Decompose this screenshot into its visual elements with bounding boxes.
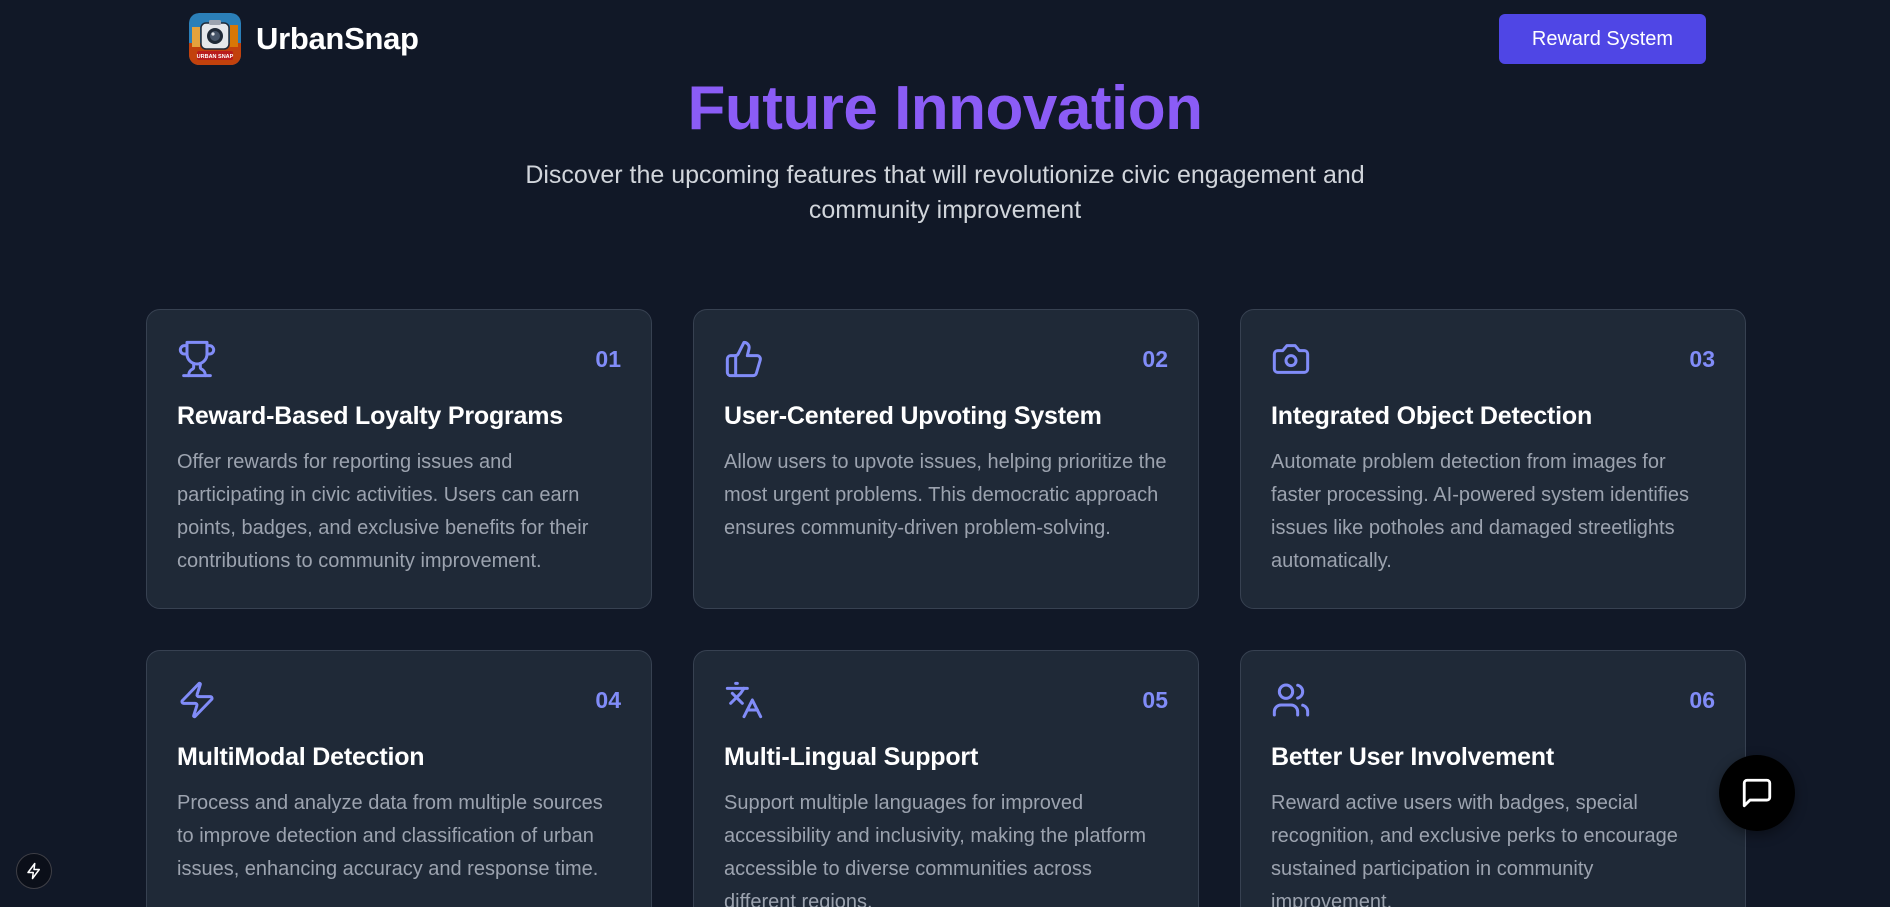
feature-card-05: 05 Multi-Lingual Support Support multipl…	[693, 650, 1199, 907]
trophy-icon	[177, 339, 217, 379]
brand-name: UrbanSnap	[256, 21, 419, 56]
feature-number: 05	[1142, 686, 1168, 713]
reward-system-button[interactable]: Reward System	[1499, 14, 1706, 64]
feature-number: 02	[1142, 345, 1168, 372]
logo-text: URBAN SNAP	[197, 54, 234, 60]
feature-description: Reward active users with badges, special…	[1271, 792, 1678, 907]
feature-number: 03	[1689, 345, 1715, 372]
features-grid: 01 Reward-Based Loyalty Programs Offer r…	[146, 309, 1746, 907]
feature-number: 06	[1689, 686, 1715, 713]
lightning-icon	[177, 680, 217, 720]
feature-title: Reward-Based Loyalty Programs	[177, 402, 563, 430]
feature-description: Automate problem detection from images f…	[1271, 451, 1689, 572]
brand-link[interactable]: URBAN SNAP UrbanSnap	[189, 13, 419, 65]
chat-button[interactable]	[1719, 755, 1795, 831]
feature-card-06: 06 Better User Involvement Reward active…	[1240, 650, 1746, 907]
feature-number: 01	[595, 345, 621, 372]
users-icon	[1271, 680, 1311, 720]
bolt-badge-button[interactable]	[16, 853, 52, 889]
feature-description: Allow users to upvote issues, helping pr…	[724, 451, 1167, 539]
feature-card-04: 04 MultiModal Detection Process and anal…	[146, 650, 652, 907]
feature-title: MultiModal Detection	[177, 743, 425, 771]
feature-card-01: 01 Reward-Based Loyalty Programs Offer r…	[146, 309, 652, 609]
lightning-icon	[25, 862, 43, 880]
feature-title: User-Centered Upvoting System	[724, 402, 1102, 430]
feature-title: Multi-Lingual Support	[724, 743, 979, 771]
page-title: Future Innovation	[687, 74, 1203, 143]
feature-number: 04	[595, 686, 621, 713]
feature-card-02: 02 User-Centered Upvoting System Allow u…	[693, 309, 1199, 609]
chat-bubble-icon	[1740, 776, 1774, 810]
feature-description: Process and analyze data from multiple s…	[177, 792, 603, 880]
urbansnap-logo: URBAN SNAP	[189, 13, 241, 65]
page-subtitle: Discover the upcoming features that will…	[525, 161, 1365, 224]
feature-card-03: 03 Integrated Object Detection Automate …	[1240, 309, 1746, 609]
feature-description: Offer rewards for reporting issues and p…	[177, 451, 589, 572]
page: URBAN SNAP UrbanSnap Reward System Futur…	[0, 0, 1890, 907]
feature-title: Integrated Object Detection	[1271, 402, 1593, 430]
feature-title: Better User Involvement	[1271, 743, 1554, 771]
translate-icon	[724, 680, 764, 720]
thumbs-up-icon	[724, 339, 764, 379]
camera-icon	[1271, 339, 1311, 379]
feature-description: Support multiple languages for improved …	[724, 792, 1147, 907]
